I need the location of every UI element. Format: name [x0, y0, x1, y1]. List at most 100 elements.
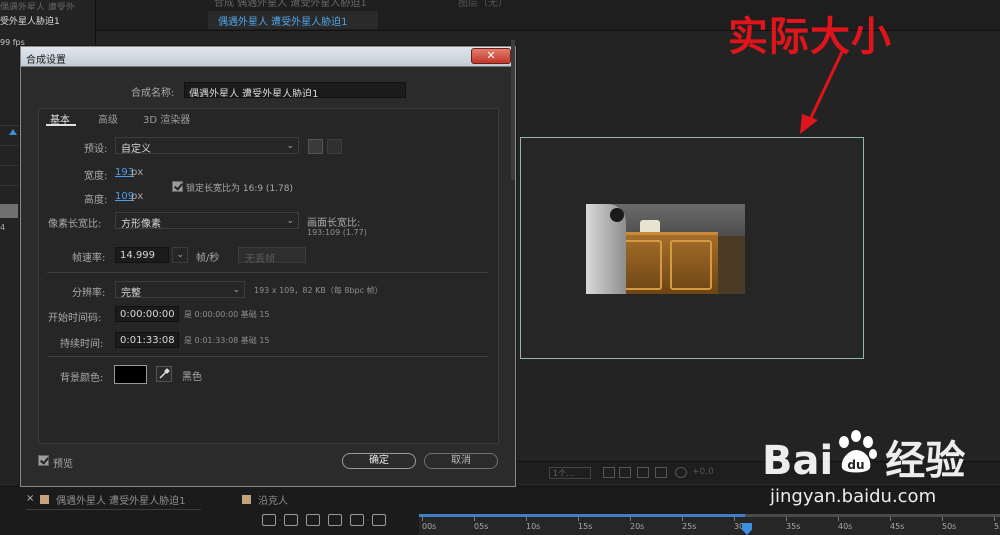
annotation-arrow-icon [800, 51, 844, 134]
active-tab-underline [46, 124, 76, 126]
lock-aspect-label: 锁定长宽比为 16:9 (1.78) [186, 184, 293, 194]
pixel-aspect-value: 方形像素 [121, 219, 161, 230]
time-ruler-tick: 55s [994, 517, 1000, 531]
project-row-number: 4 [0, 223, 6, 232]
cancel-button[interactable]: 取消 [424, 453, 498, 469]
time-ruler-tick: 10s [526, 517, 541, 531]
baidu-paw-icon: du [839, 430, 877, 473]
start-timecode-label: 开始时间码: [48, 313, 102, 324]
duration-input[interactable]: 0:01:33:08 [115, 332, 179, 348]
pixel-aspect-dropdown[interactable]: 方形像素 ⌄ [115, 212, 299, 230]
resolution-dropdown[interactable]: 完整 ⌄ [115, 281, 245, 299]
tab-advanced[interactable]: 高级 [98, 111, 118, 126]
resolution-value: 完整 [121, 288, 141, 299]
watermark-text-jingyan: 经验 [885, 438, 966, 484]
time-ruler-tick: 35s [786, 517, 801, 531]
height-unit: px [131, 191, 144, 202]
bg-color-swatch[interactable] [114, 365, 147, 384]
eyedropper-icon[interactable] [156, 366, 172, 382]
dialog-scrollbar[interactable] [511, 40, 515, 180]
chevron-down-icon: ⌄ [232, 285, 240, 295]
start-timecode-info: 是 0:00:00:00 基础 15 [184, 310, 270, 319]
settings-panel [38, 108, 499, 444]
close-button[interactable]: ✕ [471, 48, 511, 64]
exposure-icon[interactable] [675, 467, 687, 478]
comp-name-input[interactable]: 偶遇外星人 遭受外星人胁迫1 [184, 82, 406, 98]
comp-name-label: 合成名称: [131, 88, 175, 99]
mask-visibility-icon[interactable] [637, 467, 649, 478]
composition-tab[interactable]: 偶遇外星人 遭受外星人胁迫1 [208, 11, 378, 29]
time-ruler-tick: 50s [942, 517, 957, 531]
bg-color-label: 背景颜色: [60, 373, 104, 384]
chevron-down-icon: ⌄ [176, 250, 184, 260]
save-preset-icon[interactable] [308, 139, 323, 154]
composition-flowchart-icon[interactable] [262, 514, 276, 526]
composition-icon [242, 495, 251, 504]
close-tab-icon[interactable]: × [26, 493, 34, 504]
time-ruler-tick: 25s [682, 517, 697, 531]
exposure-value[interactable]: +0.0 [692, 467, 714, 477]
work-area-bar[interactable] [419, 514, 745, 517]
width-label: 宽度: [84, 171, 108, 182]
snapshot-icon[interactable] [655, 467, 667, 478]
time-ruler-tick: 00s [422, 517, 437, 531]
ok-button[interactable]: 确定 [342, 453, 416, 469]
chevron-down-icon: ⌄ [286, 141, 294, 151]
transparency-grid-icon[interactable] [619, 467, 631, 478]
sort-arrow-icon[interactable] [9, 129, 17, 135]
time-ruler[interactable]: 00s05s10s15s20s25s30s35s40s45s50s55s [419, 514, 1000, 535]
preset-label: 预设: [84, 144, 108, 155]
timeline-tab-2[interactable]: 沿克人 [258, 492, 288, 507]
scene-pot [640, 220, 660, 232]
drop-frame-dropdown[interactable]: 无丢帧 [238, 247, 306, 265]
watermark-url: jingyan.baidu.com [770, 486, 937, 507]
time-ruler-tick: 45s [890, 517, 905, 531]
graph-editor-icon[interactable] [372, 514, 386, 526]
tab-3d-renderer[interactable]: 3D 渲染器 [143, 111, 190, 126]
dialog-titlebar[interactable]: 合成设置 ✕ [21, 47, 515, 67]
motion-blur-icon[interactable] [350, 514, 364, 526]
project-panel-header: 偶遇外星人 遭受外 [0, 3, 75, 10]
preview-checkbox[interactable] [38, 455, 49, 466]
resolution-info: 193 x 109，82 KB（每 8bpc 帧） [254, 286, 383, 295]
shy-layers-icon[interactable] [306, 514, 320, 526]
timeline-switches [262, 514, 394, 529]
region-of-interest-icon[interactable] [603, 467, 615, 478]
composition-icon [40, 495, 49, 504]
start-timecode-input[interactable]: 0:00:00:00 [115, 306, 179, 322]
selected-project-row[interactable] [0, 204, 18, 218]
frame-rate-label: 帧速率: [72, 253, 106, 264]
resolution-label: 分辨率: [72, 288, 106, 299]
frame-rate-input[interactable]: 14.999 [115, 247, 169, 263]
layer-panel-title: 图层（无） [458, 0, 508, 9]
chevron-down-icon: ⌄ [286, 216, 294, 226]
height-label: 高度: [84, 195, 108, 206]
width-unit: px [131, 167, 144, 178]
resolution-dropdown[interactable]: 1个… [549, 467, 591, 479]
timeline-panel: 00s05s10s15s20s25s30s35s40s45s50s55s [0, 510, 1000, 535]
scene-cabinet-door [670, 240, 712, 290]
frame-aspect-value: 193:109 (1.77) [307, 228, 367, 237]
delete-preset-icon[interactable] [327, 139, 342, 154]
draft-3d-icon[interactable] [284, 514, 298, 526]
preset-dropdown[interactable]: 自定义 ⌄ [115, 137, 299, 155]
preview-label: 预览 [53, 459, 73, 470]
composition-settings-dialog: 合成设置 ✕ 合成名称: 偶遇外星人 遭受外星人胁迫1 基本 高级 3D 渲染器 [20, 46, 516, 487]
project-item-name[interactable]: 受外星人胁迫1 [0, 14, 60, 27]
baidu-jingyan-watermark: Bai 经验 du jingyan.baidu.com [762, 428, 965, 507]
frame-rate-unit: 帧/秒 [196, 253, 220, 264]
frame-aspect-label: 画面长宽比: [307, 218, 361, 229]
timeline-tab-1[interactable]: 偶遇外星人 遭受外星人胁迫1 [56, 492, 186, 507]
frame-rate-dropdown[interactable]: ⌄ [172, 247, 188, 263]
frame-blending-icon[interactable] [328, 514, 342, 526]
scene-character-eye [610, 208, 624, 222]
duration-info: 是 0:01:33:08 基础 15 [184, 336, 270, 345]
section-divider [47, 356, 488, 357]
composition-panel-title: 合成 偶遇外星人 遭受外星人胁迫1 [214, 0, 367, 9]
time-ruler-tick: 15s [578, 517, 593, 531]
lock-aspect-checkbox[interactable] [172, 181, 183, 192]
time-ruler-tick: 40s [838, 517, 853, 531]
section-divider [47, 272, 488, 273]
pixel-aspect-label: 像素长宽比: [48, 219, 102, 230]
time-ruler-tick: 05s [474, 517, 489, 531]
